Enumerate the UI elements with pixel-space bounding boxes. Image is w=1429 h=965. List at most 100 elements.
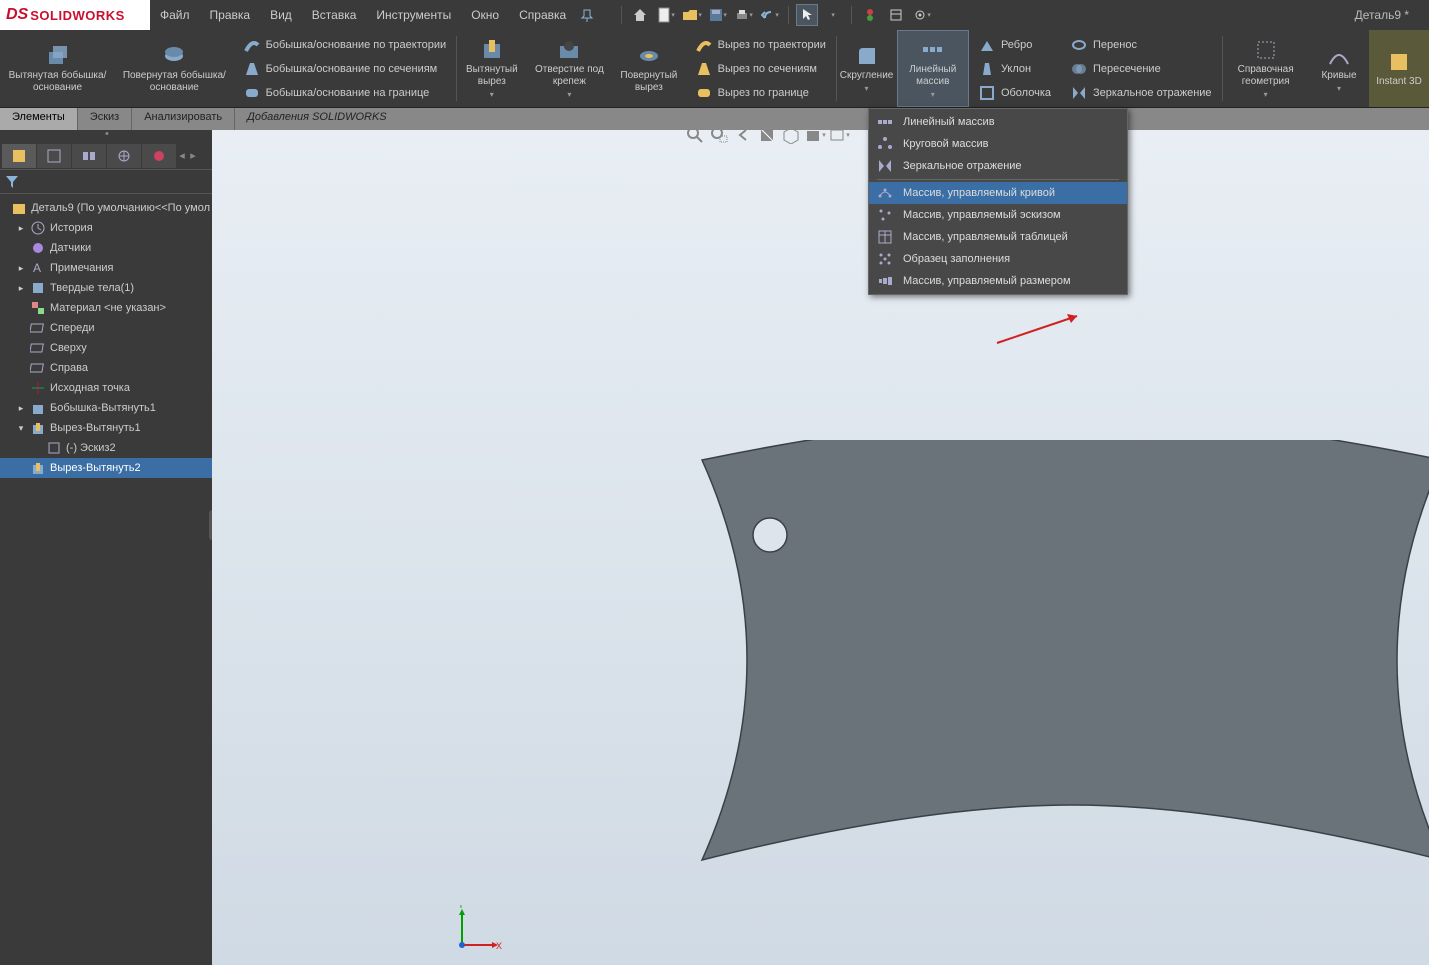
menu-view[interactable]: Вид bbox=[260, 0, 302, 30]
instant3d-button[interactable]: Instant 3D bbox=[1369, 30, 1429, 107]
panel-splitter[interactable] bbox=[0, 130, 212, 142]
new-doc-icon[interactable]: ▾ bbox=[655, 4, 677, 26]
funnel-icon bbox=[4, 174, 20, 190]
main-content: ◂ ▸ Деталь9 (По умолчанию<<По умол ▸Исто… bbox=[0, 130, 1429, 965]
boundary-cut-button[interactable]: Вырез по границе bbox=[690, 81, 832, 105]
curves-button[interactable]: Кривые ▾ bbox=[1309, 30, 1369, 107]
revolved-boss-button[interactable]: Повернутая бобышка/основание bbox=[115, 30, 234, 107]
menu-help[interactable]: Справка bbox=[509, 0, 576, 30]
feature-group-2: Перенос Пересечение Зеркальное отражение bbox=[1061, 30, 1222, 107]
linear-pattern-button[interactable]: Линейный массив ▾ bbox=[897, 30, 969, 107]
annotations-icon: A bbox=[30, 260, 46, 276]
lofted-cut-button[interactable]: Вырез по сечениям bbox=[690, 57, 832, 81]
menu-insert[interactable]: Вставка bbox=[302, 0, 367, 30]
draft-button[interactable]: Уклон bbox=[973, 57, 1057, 81]
property-tab[interactable] bbox=[37, 144, 71, 168]
tree-root[interactable]: Деталь9 (По умолчанию<<По умол bbox=[0, 198, 212, 218]
tree-boss-extrude1[interactable]: ▸Бобышка-Вытянуть1 bbox=[0, 398, 212, 418]
display-style-icon[interactable]: ▾ bbox=[804, 130, 826, 146]
undo-icon[interactable]: ▾ bbox=[759, 4, 781, 26]
tree-cut-extrude1[interactable]: ▾Вырез-Вытянуть1 bbox=[0, 418, 212, 438]
rebuild-icon[interactable] bbox=[859, 4, 881, 26]
open-doc-icon[interactable]: ▾ bbox=[681, 4, 703, 26]
menu-window[interactable]: Окно bbox=[461, 0, 509, 30]
tree-annotations[interactable]: ▸AПримечания bbox=[0, 258, 212, 278]
ref-geometry-button[interactable]: Справочная геометрия ▾ bbox=[1222, 30, 1309, 107]
tree-cut-extrude2[interactable]: Вырез-Вытянуть2 bbox=[0, 458, 212, 478]
boundary-boss-button[interactable]: Бобышка/основание на границе bbox=[238, 81, 453, 105]
select-icon[interactable] bbox=[796, 4, 818, 26]
lofted-boss-button[interactable]: Бобышка/основание по сечениям bbox=[238, 57, 453, 81]
solid-icon bbox=[30, 280, 46, 296]
tab-sketch[interactable]: Эскиз bbox=[78, 108, 131, 130]
curve-driven-pattern-item[interactable]: Массив, управляемый кривой bbox=[869, 182, 1127, 204]
svg-text:X: X bbox=[496, 941, 502, 951]
select-dropdown[interactable]: ▾ bbox=[822, 4, 844, 26]
settings-icon[interactable]: ▾ bbox=[911, 4, 933, 26]
menu-tools[interactable]: Инструменты bbox=[366, 0, 461, 30]
panel-tab-next[interactable]: ▸ bbox=[188, 144, 198, 167]
shell-button[interactable]: Оболочка bbox=[973, 81, 1057, 105]
display-tab[interactable] bbox=[142, 144, 176, 168]
fillet-button[interactable]: Скругление ▾ bbox=[837, 30, 897, 107]
dimxpert-tab[interactable] bbox=[107, 144, 141, 168]
prev-view-icon[interactable] bbox=[732, 130, 754, 146]
feature-manager-panel: ◂ ▸ Деталь9 (По умолчанию<<По умол ▸Исто… bbox=[0, 130, 212, 965]
app-logo: DS SOLIDWORKS bbox=[0, 0, 150, 30]
swept-boss-button[interactable]: Бобышка/основание по траектории bbox=[238, 33, 453, 57]
panel-tab-prev[interactable]: ◂ bbox=[177, 144, 187, 167]
view-orientation-icon[interactable] bbox=[780, 130, 802, 146]
home-icon[interactable] bbox=[629, 4, 651, 26]
extrude-icon bbox=[30, 400, 46, 416]
tab-evaluate[interactable]: Анализировать bbox=[132, 108, 234, 130]
linear-pattern-item[interactable]: Линейный массив bbox=[869, 111, 1127, 133]
fill-pattern-item[interactable]: Образец заполнения bbox=[869, 248, 1127, 270]
swept-cut-button[interactable]: Вырез по траектории bbox=[690, 33, 832, 57]
print-icon[interactable]: ▾ bbox=[733, 4, 755, 26]
options-icon[interactable] bbox=[885, 4, 907, 26]
tree-solid-bodies[interactable]: ▸Твердые тела(1) bbox=[0, 278, 212, 298]
menu-file[interactable]: Файл bbox=[150, 0, 200, 30]
menu-edit[interactable]: Правка bbox=[200, 0, 261, 30]
tree-sensors[interactable]: Датчики bbox=[0, 238, 212, 258]
hide-show-icon[interactable]: ▾ bbox=[828, 130, 850, 146]
intersect-button[interactable]: Пересечение bbox=[1065, 57, 1218, 81]
rib-button[interactable]: Ребро bbox=[973, 33, 1057, 57]
sketch-driven-pattern-item[interactable]: Массив, управляемый эскизом bbox=[869, 204, 1127, 226]
feature-tree-tab[interactable] bbox=[2, 144, 36, 168]
part-model[interactable] bbox=[692, 440, 1429, 880]
cut-icon bbox=[30, 420, 46, 436]
history-icon bbox=[30, 220, 46, 236]
revolved-cut-button[interactable]: Повернутый вырез bbox=[612, 30, 686, 107]
mirror-button[interactable]: Зеркальное отражение bbox=[1065, 81, 1218, 105]
save-icon[interactable]: ▾ bbox=[707, 4, 729, 26]
zoom-fit-icon[interactable] bbox=[684, 130, 706, 146]
tree-origin[interactable]: Исходная точка bbox=[0, 378, 212, 398]
tree-sketch2[interactable]: (-) Эскиз2 bbox=[0, 438, 212, 458]
extruded-cut-button[interactable]: Вытянутый вырез ▾ bbox=[457, 30, 527, 107]
tree-front-plane[interactable]: Спереди bbox=[0, 318, 212, 338]
tree-material[interactable]: Материал <не указан> bbox=[0, 298, 212, 318]
material-icon bbox=[30, 300, 46, 316]
hole-wizard-button[interactable]: Отверстие под крепеж ▾ bbox=[527, 30, 612, 107]
table-driven-pattern-item[interactable]: Массив, управляемый таблицей bbox=[869, 226, 1127, 248]
wrap-button[interactable]: Перенос bbox=[1065, 33, 1218, 57]
circular-pattern-item[interactable]: Круговой массив bbox=[869, 133, 1127, 155]
tab-addins[interactable]: Добавления SOLIDWORKS bbox=[235, 108, 399, 130]
tree-top-plane[interactable]: Сверху bbox=[0, 338, 212, 358]
tab-features[interactable]: Элементы bbox=[0, 108, 77, 130]
config-tab[interactable] bbox=[72, 144, 106, 168]
menu-items: Файл Правка Вид Вставка Инструменты Окно… bbox=[150, 0, 598, 30]
3d-viewport[interactable]: ▾ ▾ Y X bbox=[212, 130, 1429, 965]
orientation-triad[interactable]: Y X bbox=[452, 905, 502, 955]
section-view-icon[interactable] bbox=[756, 130, 778, 146]
tree-filter[interactable] bbox=[0, 170, 212, 194]
svg-text:A: A bbox=[33, 261, 41, 275]
variable-pattern-item[interactable]: Массив, управляемый размером bbox=[869, 270, 1127, 292]
mirror-item[interactable]: Зеркальное отражение bbox=[869, 155, 1127, 177]
tree-history[interactable]: ▸История bbox=[0, 218, 212, 238]
tree-right-plane[interactable]: Справа bbox=[0, 358, 212, 378]
zoom-area-icon[interactable] bbox=[708, 130, 730, 146]
pin-icon[interactable] bbox=[576, 4, 598, 26]
extruded-boss-button[interactable]: Вытянутая бобышка/основание bbox=[0, 30, 115, 107]
